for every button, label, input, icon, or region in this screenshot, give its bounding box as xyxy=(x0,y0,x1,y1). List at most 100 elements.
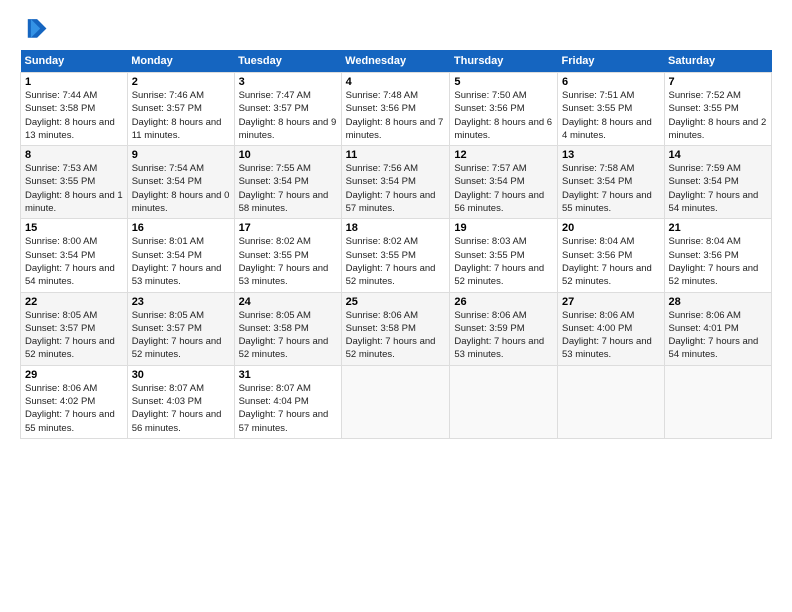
day-cell: 23 Sunrise: 8:05 AMSunset: 3:57 PMDaylig… xyxy=(127,292,234,365)
day-number: 18 xyxy=(346,222,446,234)
week-row-3: 15 Sunrise: 8:00 AMSunset: 3:54 PMDaylig… xyxy=(21,219,772,292)
day-info: Sunrise: 7:57 AMSunset: 3:54 PMDaylight:… xyxy=(454,163,544,214)
day-info: Sunrise: 8:02 AMSunset: 3:55 PMDaylight:… xyxy=(346,236,436,287)
page: SundayMondayTuesdayWednesdayThursdayFrid… xyxy=(0,0,792,612)
day-info: Sunrise: 7:53 AMSunset: 3:55 PMDaylight:… xyxy=(25,163,123,214)
day-cell: 28 Sunrise: 8:06 AMSunset: 4:01 PMDaylig… xyxy=(664,292,771,365)
day-number: 12 xyxy=(454,149,553,161)
day-info: Sunrise: 7:54 AMSunset: 3:54 PMDaylight:… xyxy=(132,163,230,214)
day-cell: 25 Sunrise: 8:06 AMSunset: 3:58 PMDaylig… xyxy=(341,292,450,365)
day-cell: 22 Sunrise: 8:05 AMSunset: 3:57 PMDaylig… xyxy=(21,292,128,365)
day-number: 30 xyxy=(132,369,230,381)
day-number: 31 xyxy=(239,369,337,381)
day-number: 11 xyxy=(346,149,446,161)
day-number: 8 xyxy=(25,149,123,161)
day-cell xyxy=(558,365,665,438)
day-cell: 20 Sunrise: 8:04 AMSunset: 3:56 PMDaylig… xyxy=(558,219,665,292)
day-number: 24 xyxy=(239,296,337,308)
day-number: 9 xyxy=(132,149,230,161)
day-cell: 9 Sunrise: 7:54 AMSunset: 3:54 PMDayligh… xyxy=(127,146,234,219)
day-number: 13 xyxy=(562,149,660,161)
day-info: Sunrise: 7:52 AMSunset: 3:55 PMDaylight:… xyxy=(669,90,767,141)
day-info: Sunrise: 8:07 AMSunset: 4:03 PMDaylight:… xyxy=(132,383,222,434)
day-cell: 5 Sunrise: 7:50 AMSunset: 3:56 PMDayligh… xyxy=(450,73,558,146)
header-day-tuesday: Tuesday xyxy=(234,50,341,73)
day-number: 25 xyxy=(346,296,446,308)
day-number: 7 xyxy=(669,76,767,88)
day-info: Sunrise: 8:05 AMSunset: 3:58 PMDaylight:… xyxy=(239,310,329,361)
day-info: Sunrise: 8:05 AMSunset: 3:57 PMDaylight:… xyxy=(25,310,115,361)
day-number: 26 xyxy=(454,296,553,308)
day-info: Sunrise: 7:59 AMSunset: 3:54 PMDaylight:… xyxy=(669,163,759,214)
day-info: Sunrise: 7:56 AMSunset: 3:54 PMDaylight:… xyxy=(346,163,436,214)
day-number: 3 xyxy=(239,76,337,88)
day-number: 2 xyxy=(132,76,230,88)
day-cell: 1 Sunrise: 7:44 AMSunset: 3:58 PMDayligh… xyxy=(21,73,128,146)
day-info: Sunrise: 8:06 AMSunset: 3:58 PMDaylight:… xyxy=(346,310,436,361)
day-info: Sunrise: 7:48 AMSunset: 3:56 PMDaylight:… xyxy=(346,90,444,141)
day-number: 17 xyxy=(239,222,337,234)
day-cell: 30 Sunrise: 8:07 AMSunset: 4:03 PMDaylig… xyxy=(127,365,234,438)
header-row: SundayMondayTuesdayWednesdayThursdayFrid… xyxy=(21,50,772,73)
day-number: 6 xyxy=(562,76,660,88)
header-day-friday: Friday xyxy=(558,50,665,73)
day-cell xyxy=(450,365,558,438)
day-cell: 8 Sunrise: 7:53 AMSunset: 3:55 PMDayligh… xyxy=(21,146,128,219)
day-info: Sunrise: 8:04 AMSunset: 3:56 PMDaylight:… xyxy=(562,236,652,287)
header-day-wednesday: Wednesday xyxy=(341,50,450,73)
day-cell xyxy=(341,365,450,438)
day-info: Sunrise: 8:00 AMSunset: 3:54 PMDaylight:… xyxy=(25,236,115,287)
day-number: 28 xyxy=(669,296,767,308)
logo-icon xyxy=(20,16,48,44)
day-info: Sunrise: 8:02 AMSunset: 3:55 PMDaylight:… xyxy=(239,236,329,287)
day-number: 16 xyxy=(132,222,230,234)
day-cell: 12 Sunrise: 7:57 AMSunset: 3:54 PMDaylig… xyxy=(450,146,558,219)
day-info: Sunrise: 8:05 AMSunset: 3:57 PMDaylight:… xyxy=(132,310,222,361)
week-row-4: 22 Sunrise: 8:05 AMSunset: 3:57 PMDaylig… xyxy=(21,292,772,365)
day-number: 27 xyxy=(562,296,660,308)
header-day-sunday: Sunday xyxy=(21,50,128,73)
day-info: Sunrise: 8:01 AMSunset: 3:54 PMDaylight:… xyxy=(132,236,222,287)
day-cell: 27 Sunrise: 8:06 AMSunset: 4:00 PMDaylig… xyxy=(558,292,665,365)
day-info: Sunrise: 8:06 AMSunset: 4:02 PMDaylight:… xyxy=(25,383,115,434)
day-cell: 21 Sunrise: 8:04 AMSunset: 3:56 PMDaylig… xyxy=(664,219,771,292)
day-info: Sunrise: 8:07 AMSunset: 4:04 PMDaylight:… xyxy=(239,383,329,434)
day-info: Sunrise: 8:06 AMSunset: 4:00 PMDaylight:… xyxy=(562,310,652,361)
day-number: 21 xyxy=(669,222,767,234)
day-info: Sunrise: 7:44 AMSunset: 3:58 PMDaylight:… xyxy=(25,90,115,141)
header-day-saturday: Saturday xyxy=(664,50,771,73)
day-number: 15 xyxy=(25,222,123,234)
day-cell: 31 Sunrise: 8:07 AMSunset: 4:04 PMDaylig… xyxy=(234,365,341,438)
day-cell: 2 Sunrise: 7:46 AMSunset: 3:57 PMDayligh… xyxy=(127,73,234,146)
day-cell: 17 Sunrise: 8:02 AMSunset: 3:55 PMDaylig… xyxy=(234,219,341,292)
day-info: Sunrise: 7:46 AMSunset: 3:57 PMDaylight:… xyxy=(132,90,222,141)
day-cell: 26 Sunrise: 8:06 AMSunset: 3:59 PMDaylig… xyxy=(450,292,558,365)
week-row-5: 29 Sunrise: 8:06 AMSunset: 4:02 PMDaylig… xyxy=(21,365,772,438)
week-row-2: 8 Sunrise: 7:53 AMSunset: 3:55 PMDayligh… xyxy=(21,146,772,219)
day-cell: 24 Sunrise: 8:05 AMSunset: 3:58 PMDaylig… xyxy=(234,292,341,365)
day-cell: 11 Sunrise: 7:56 AMSunset: 3:54 PMDaylig… xyxy=(341,146,450,219)
day-cell: 4 Sunrise: 7:48 AMSunset: 3:56 PMDayligh… xyxy=(341,73,450,146)
calendar-table: SundayMondayTuesdayWednesdayThursdayFrid… xyxy=(20,50,772,439)
day-number: 22 xyxy=(25,296,123,308)
day-info: Sunrise: 7:51 AMSunset: 3:55 PMDaylight:… xyxy=(562,90,652,141)
day-number: 19 xyxy=(454,222,553,234)
day-cell: 19 Sunrise: 8:03 AMSunset: 3:55 PMDaylig… xyxy=(450,219,558,292)
day-cell: 14 Sunrise: 7:59 AMSunset: 3:54 PMDaylig… xyxy=(664,146,771,219)
day-cell: 7 Sunrise: 7:52 AMSunset: 3:55 PMDayligh… xyxy=(664,73,771,146)
day-cell: 6 Sunrise: 7:51 AMSunset: 3:55 PMDayligh… xyxy=(558,73,665,146)
day-info: Sunrise: 7:55 AMSunset: 3:54 PMDaylight:… xyxy=(239,163,329,214)
header xyxy=(20,16,772,44)
day-number: 5 xyxy=(454,76,553,88)
day-cell xyxy=(664,365,771,438)
header-day-thursday: Thursday xyxy=(450,50,558,73)
day-cell: 16 Sunrise: 8:01 AMSunset: 3:54 PMDaylig… xyxy=(127,219,234,292)
day-number: 4 xyxy=(346,76,446,88)
day-cell: 13 Sunrise: 7:58 AMSunset: 3:54 PMDaylig… xyxy=(558,146,665,219)
day-info: Sunrise: 7:50 AMSunset: 3:56 PMDaylight:… xyxy=(454,90,552,141)
day-cell: 3 Sunrise: 7:47 AMSunset: 3:57 PMDayligh… xyxy=(234,73,341,146)
day-info: Sunrise: 8:04 AMSunset: 3:56 PMDaylight:… xyxy=(669,236,759,287)
day-number: 29 xyxy=(25,369,123,381)
day-number: 23 xyxy=(132,296,230,308)
day-cell: 10 Sunrise: 7:55 AMSunset: 3:54 PMDaylig… xyxy=(234,146,341,219)
